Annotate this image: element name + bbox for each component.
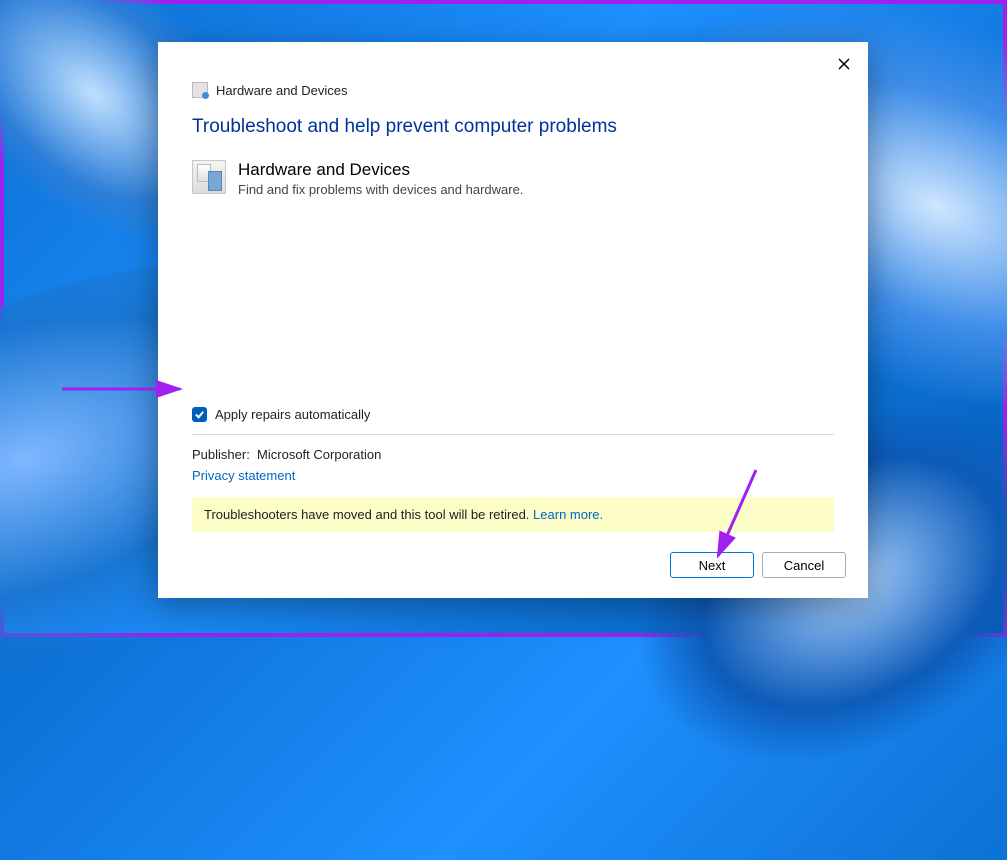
- divider: [192, 434, 834, 435]
- publisher-value: Microsoft Corporation: [257, 447, 381, 462]
- hardware-icon: [192, 160, 226, 194]
- privacy-link[interactable]: Privacy statement: [192, 468, 834, 483]
- troubleshooter-dialog: Hardware and Devices Troubleshoot and he…: [158, 42, 868, 598]
- dialog-header: Hardware and Devices: [158, 78, 868, 116]
- titlebar: [158, 42, 868, 78]
- section-title: Hardware and Devices: [238, 160, 523, 180]
- next-button[interactable]: Next: [670, 552, 754, 578]
- section-subtitle: Find and fix problems with devices and h…: [238, 182, 523, 197]
- notice-text: Troubleshooters have moved and this tool…: [204, 507, 529, 522]
- dialog-title: Hardware and Devices: [216, 83, 348, 98]
- page-headline: Troubleshoot and help prevent computer p…: [192, 116, 834, 138]
- retirement-notice: Troubleshooters have moved and this tool…: [192, 497, 834, 532]
- device-section: Hardware and Devices Find and fix proble…: [192, 160, 834, 197]
- cancel-button[interactable]: Cancel: [762, 552, 846, 578]
- button-row: Next Cancel: [158, 532, 868, 598]
- publisher-label: Publisher:: [192, 447, 250, 462]
- apply-repairs-label: Apply repairs automatically: [215, 407, 370, 422]
- publisher-row: Publisher: Microsoft Corporation: [192, 447, 834, 462]
- troubleshooter-icon: [192, 82, 208, 98]
- close-button[interactable]: [830, 50, 858, 78]
- close-icon: [837, 57, 851, 71]
- apply-repairs-checkbox[interactable]: [192, 407, 207, 422]
- dialog-content: Troubleshoot and help prevent computer p…: [158, 116, 868, 532]
- learn-more-link[interactable]: Learn more.: [533, 507, 603, 522]
- checkmark-icon: [194, 409, 205, 420]
- apply-repairs-row[interactable]: Apply repairs automatically: [192, 407, 834, 422]
